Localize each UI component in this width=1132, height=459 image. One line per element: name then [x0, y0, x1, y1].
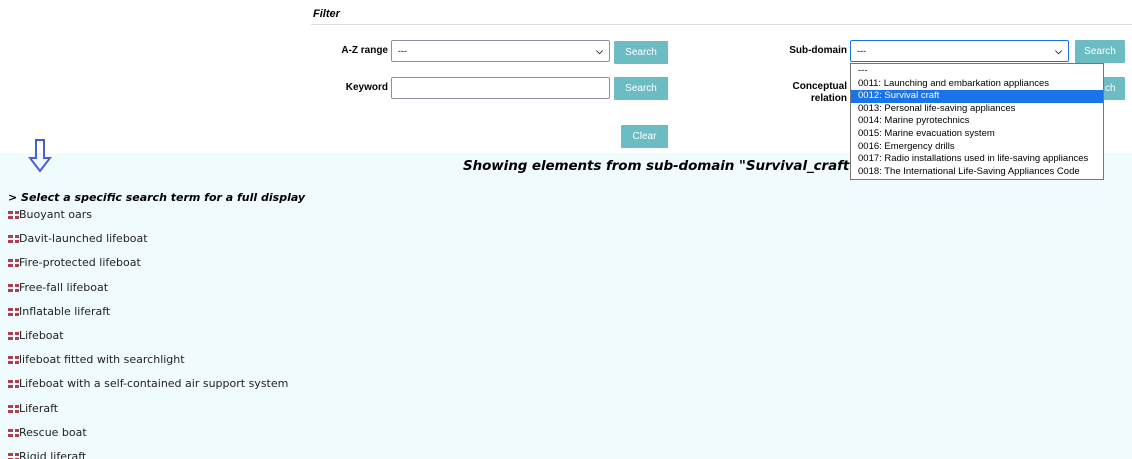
uk-flag-icon: [8, 259, 19, 268]
term-item-buoyant-oars[interactable]: Buoyant oars: [8, 208, 288, 232]
filter-title: Filter: [313, 8, 340, 20]
term-label: Lifeboat: [19, 328, 64, 342]
term-label: Free-fall lifeboat: [19, 280, 109, 294]
term-label: Buoyant oars: [19, 208, 93, 221]
term-item-free-fall-lifeboat[interactable]: Free-fall lifeboat: [8, 281, 288, 305]
subdomain-label: Sub-domain: [789, 45, 847, 56]
term-item-lifeboat-air-support[interactable]: Lifeboat with a self-contained air suppo…: [8, 377, 288, 401]
subdomain-dropdown-list[interactable]: --- 0011: Launching and embarkation appl…: [850, 63, 1104, 180]
uk-flag-icon: [8, 283, 19, 292]
uk-flag-icon: [8, 331, 19, 340]
term-item-liferaft[interactable]: Liferaft: [8, 402, 288, 426]
conceptual-relation-label: Conceptual relation: [770, 81, 847, 105]
term-item-fire-protected-lifeboat[interactable]: Fire-protected lifeboat: [8, 256, 288, 280]
term-label: lifeboat fitted with searchlight: [19, 353, 185, 367]
conceptual-label-line1: Conceptual: [792, 81, 847, 92]
dropdown-option[interactable]: 0014: Marine pyrotechnics: [851, 115, 1103, 128]
uk-flag-icon: [8, 428, 19, 437]
uk-flag-icon: [8, 452, 19, 459]
dropdown-option[interactable]: 0016: Emergency drills: [851, 141, 1103, 154]
filter-divider: [311, 24, 1132, 25]
term-item-rescue-boat[interactable]: Rescue boat: [8, 426, 288, 450]
term-item-rigid-liferaft[interactable]: Rigid liferaft: [8, 450, 288, 459]
term-label: Davit-launched lifeboat: [19, 232, 148, 246]
term-label: Lifeboat with a self-contained air suppo…: [19, 377, 289, 391]
keyword-search-button[interactable]: Search: [614, 77, 668, 100]
clear-button[interactable]: Clear: [621, 125, 668, 148]
dropdown-option[interactable]: 0013: Personal life-saving appliances: [851, 103, 1103, 116]
term-item-lifeboat[interactable]: Lifeboat: [8, 329, 288, 353]
term-label: Liferaft: [19, 401, 59, 415]
keyword-input[interactable]: [391, 77, 610, 99]
conceptual-search-button-label: ch: [1105, 83, 1116, 94]
az-range-value: ---: [398, 46, 407, 56]
term-item-lifeboat-searchlight[interactable]: lifeboat fitted with searchlight: [8, 353, 288, 377]
term-label: Fire-protected lifeboat: [19, 256, 141, 270]
uk-flag-icon: [8, 211, 19, 219]
uk-flag-icon: [8, 356, 19, 365]
dropdown-option[interactable]: 0015: Marine evacuation system: [851, 128, 1103, 141]
uk-flag-icon: [8, 235, 19, 244]
results-heading: Showing elements from sub-domain "Surviv…: [463, 158, 857, 174]
conceptual-label-line2: relation: [810, 93, 847, 104]
dropdown-option[interactable]: 0011: Launching and embarkation applianc…: [851, 78, 1103, 91]
term-label: Rescue boat: [19, 425, 87, 439]
term-item-davit-launched-lifeboat[interactable]: Davit-launched lifeboat: [8, 232, 288, 256]
chevron-down-icon: ⌵: [1055, 46, 1062, 56]
down-arrow-icon: [28, 139, 52, 173]
term-item-inflatable-liferaft[interactable]: Inflatable liferaft: [8, 305, 288, 329]
select-term-hint: > Select a specific search term for a fu…: [8, 191, 306, 204]
az-range-search-button[interactable]: Search: [614, 41, 668, 64]
chevron-down-icon: ⌵: [596, 46, 603, 56]
keyword-label: Keyword: [345, 82, 388, 93]
uk-flag-icon: [8, 307, 19, 316]
uk-flag-icon: [8, 404, 19, 413]
term-label: Inflatable liferaft: [19, 304, 111, 318]
az-range-label: A-Z range: [341, 45, 388, 56]
subdomain-select[interactable]: --- ⌵: [850, 40, 1069, 62]
dropdown-option-selected[interactable]: 0012: Survival craft: [851, 90, 1103, 103]
dropdown-option[interactable]: 0017: Radio installations used in life-s…: [851, 153, 1103, 166]
term-label: Rigid liferaft: [19, 449, 87, 459]
dropdown-option[interactable]: 0018: The International Life-Saving Appl…: [851, 166, 1103, 179]
subdomain-search-button[interactable]: Search: [1075, 40, 1125, 63]
subdomain-value: ---: [857, 46, 866, 56]
term-list: Buoyant oars Davit-launched lifeboat Fir…: [8, 208, 288, 459]
dropdown-option[interactable]: ---: [851, 65, 1103, 78]
uk-flag-icon: [8, 380, 19, 389]
az-range-select[interactable]: --- ⌵: [391, 40, 610, 62]
